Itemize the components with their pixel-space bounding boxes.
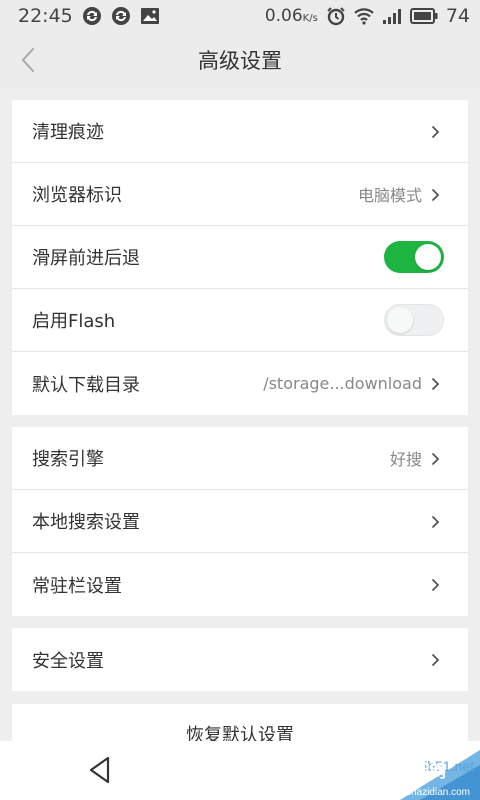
row-swipe-navigation: 滑屏前进后退 bbox=[12, 226, 468, 289]
row-enable-flash: 启用Flash bbox=[12, 289, 468, 352]
page-title: 高级设置 bbox=[198, 49, 282, 73]
row-label: 本地搜索设置 bbox=[32, 512, 140, 533]
swipe-navigation-toggle[interactable] bbox=[384, 241, 444, 273]
chevron-right-icon bbox=[431, 578, 440, 592]
settings-group-browser: 清理痕迹 浏览器标识 电脑模式 滑屏前进后退 启用Flash 默认下载目录 /s… bbox=[12, 100, 468, 415]
settings-group-search: 搜索引擎 好搜 本地搜索设置 常驻栏设置 bbox=[12, 427, 468, 616]
row-label: 安全设置 bbox=[32, 650, 104, 672]
toggle-knob bbox=[387, 307, 413, 333]
watermark: jb51.net 教程网 jiaocheng.chazidian.com bbox=[340, 740, 480, 800]
nav-back-triangle-icon[interactable] bbox=[86, 755, 114, 785]
battery-level: 74 bbox=[445, 5, 470, 27]
row-security-settings[interactable]: 安全设置 bbox=[12, 628, 468, 691]
wifi-icon bbox=[354, 8, 374, 25]
enable-flash-toggle[interactable] bbox=[384, 304, 444, 336]
signal-icon bbox=[382, 9, 401, 24]
row-value: 电脑模式 bbox=[357, 186, 422, 205]
status-bar: 22:45 0.06K/s 74 bbox=[0, 0, 480, 32]
sync-icon bbox=[111, 7, 130, 25]
row-value: 好搜 bbox=[389, 450, 422, 469]
settings-group-security: 安全设置 bbox=[12, 628, 468, 691]
image-icon bbox=[140, 8, 159, 24]
toggle-knob bbox=[415, 244, 441, 270]
battery-icon bbox=[409, 8, 438, 24]
back-arrow-icon[interactable] bbox=[14, 44, 44, 76]
chevron-right-icon bbox=[431, 188, 440, 202]
sync-icon bbox=[82, 7, 101, 25]
row-user-agent[interactable]: 浏览器标识 电脑模式 bbox=[12, 163, 468, 226]
row-value: /storage...download bbox=[263, 374, 422, 393]
row-label: 搜索引擎 bbox=[32, 449, 104, 470]
row-download-directory[interactable]: 默认下载目录 /storage...download bbox=[12, 352, 468, 415]
row-label: 常驻栏设置 bbox=[32, 575, 122, 597]
top-app-bar: 高级设置 bbox=[0, 32, 480, 88]
watermark-brand: 教程网 bbox=[397, 762, 446, 781]
chevron-right-icon bbox=[431, 515, 440, 529]
row-label: 滑屏前进后退 bbox=[32, 248, 140, 269]
chevron-right-icon bbox=[431, 125, 440, 139]
row-label: 默认下载目录 bbox=[32, 374, 140, 396]
alarm-icon bbox=[327, 7, 345, 26]
row-search-engine[interactable]: 搜索引擎 好搜 bbox=[12, 427, 468, 490]
row-clear-traces[interactable]: 清理痕迹 bbox=[12, 100, 468, 163]
chevron-right-icon bbox=[431, 452, 440, 466]
data-speed: 0.06 bbox=[264, 6, 303, 26]
data-speed-unit: K/s bbox=[302, 13, 318, 24]
system-nav-bar: jb51.net 教程网 jiaocheng.chazidian.com bbox=[0, 741, 480, 800]
row-label: 启用Flash bbox=[32, 311, 116, 332]
chevron-right-icon bbox=[431, 653, 440, 667]
watermark-url: jiaocheng.chazidian.com bbox=[360, 787, 470, 798]
status-time: 22:45 bbox=[18, 5, 73, 27]
row-label: 浏览器标识 bbox=[32, 185, 122, 206]
row-label: 清理痕迹 bbox=[32, 122, 104, 143]
chevron-right-icon bbox=[431, 377, 440, 391]
row-resident-bar[interactable]: 常驻栏设置 bbox=[12, 553, 468, 616]
row-local-search[interactable]: 本地搜索设置 bbox=[12, 490, 468, 553]
